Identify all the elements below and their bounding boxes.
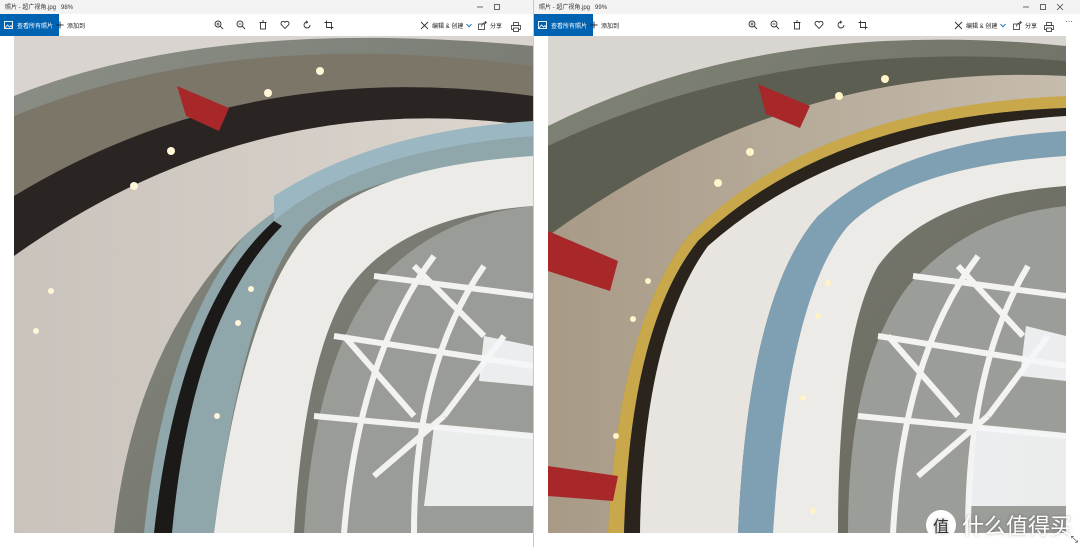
- chevron-down-icon: [466, 23, 473, 27]
- share-icon: [1013, 20, 1022, 30]
- caption-buttons: [1017, 1, 1068, 13]
- view-all-label: 查看所有照片: [551, 23, 588, 30]
- maximize-button[interactable]: [1034, 1, 1051, 13]
- chevron-down-icon: [1000, 23, 1007, 27]
- zoom-in-icon[interactable]: [747, 19, 759, 31]
- window-title: 照片 - 超广视角.jpg 99%: [539, 2, 607, 11]
- close-button[interactable]: [1051, 1, 1068, 13]
- share-button[interactable]: 分享: [1013, 14, 1037, 36]
- plus-icon: [590, 21, 598, 29]
- photos-icon: [538, 21, 547, 29]
- edit-icon: [420, 21, 429, 29]
- toolbar-actions: [747, 14, 869, 36]
- view-all-photos-button[interactable]: 查看所有照片: [0, 14, 60, 36]
- watermark-logo: 值: [925, 510, 956, 540]
- rotate-icon[interactable]: [835, 19, 847, 31]
- atrium-photo-right: [548, 36, 1066, 533]
- watermark-badge-text: 值: [932, 517, 949, 536]
- heart-icon[interactable]: [279, 19, 291, 31]
- photo-viewer-image[interactable]: [548, 36, 1066, 533]
- photos-window-left: 照片 - 超广视角.jpg 98% 查看所有照片 添加到 编辑 & 创建 分享: [0, 0, 533, 547]
- edit-create-label: 编辑 & 创建: [966, 23, 998, 30]
- edit-create-button[interactable]: 编辑 & 创建: [954, 14, 1007, 36]
- window-title-text: 照片 - 超广视角.jpg: [5, 5, 57, 11]
- zoom-level: 99%: [595, 5, 608, 11]
- add-to-label: 添加到: [67, 23, 86, 30]
- maximize-button[interactable]: [488, 1, 505, 13]
- minimize-button[interactable]: [471, 1, 488, 13]
- print-icon[interactable]: [511, 19, 521, 37]
- view-all-label: 查看所有照片: [17, 23, 54, 30]
- crop-icon[interactable]: [857, 19, 869, 31]
- photos-icon: [4, 21, 13, 29]
- resize-grip-icon[interactable]: ⤡: [1071, 534, 1078, 545]
- crop-icon[interactable]: [323, 19, 335, 31]
- zoom-level: 98%: [61, 5, 74, 11]
- heart-icon[interactable]: [813, 19, 825, 31]
- share-label: 分享: [1025, 23, 1038, 30]
- watermark-text: 什么值得买: [961, 515, 1072, 540]
- title-bar[interactable]: 照片 - 超广视角.jpg 99%: [534, 0, 1080, 14]
- more-icon[interactable]: ···: [1065, 17, 1073, 26]
- rotate-icon[interactable]: [301, 19, 313, 31]
- window-title-text: 照片 - 超广视角.jpg: [539, 5, 591, 11]
- share-icon: [478, 20, 487, 30]
- edit-create-button[interactable]: 编辑 & 创建: [420, 14, 473, 36]
- view-all-photos-button[interactable]: 查看所有照片: [534, 14, 594, 36]
- edit-icon: [954, 21, 963, 29]
- caption-buttons: [471, 1, 505, 13]
- zoom-out-icon[interactable]: [235, 19, 247, 31]
- zoom-in-icon[interactable]: [213, 19, 225, 31]
- edit-create-label: 编辑 & 创建: [432, 23, 464, 30]
- share-button[interactable]: 分享: [478, 14, 502, 36]
- plus-icon: [56, 21, 64, 29]
- toolbar: 查看所有照片 添加到 编辑 & 创建 分享 ···: [534, 14, 1080, 36]
- atrium-photo-left: [14, 36, 533, 533]
- smzdm-watermark: 值 什么值得买: [925, 509, 1072, 541]
- photos-window-right: 照片 - 超广视角.jpg 99% 查看所有照片 添加到 编辑 & 创建 分享 …: [534, 0, 1080, 547]
- photo-viewer-image[interactable]: [14, 36, 533, 533]
- share-label: 分享: [490, 23, 503, 30]
- zoom-out-icon[interactable]: [769, 19, 781, 31]
- add-to-label: 添加到: [601, 23, 620, 30]
- add-to-button[interactable]: 添加到: [590, 14, 619, 36]
- minimize-button[interactable]: [1017, 1, 1034, 13]
- title-bar[interactable]: 照片 - 超广视角.jpg 98%: [0, 0, 533, 14]
- add-to-button[interactable]: 添加到: [56, 14, 85, 36]
- delete-icon[interactable]: [257, 19, 269, 31]
- delete-icon[interactable]: [791, 19, 803, 31]
- print-icon[interactable]: [1044, 19, 1054, 37]
- window-title: 照片 - 超广视角.jpg 98%: [5, 2, 73, 11]
- toolbar: 查看所有照片 添加到 编辑 & 创建 分享: [0, 14, 533, 36]
- toolbar-actions: [213, 14, 335, 36]
